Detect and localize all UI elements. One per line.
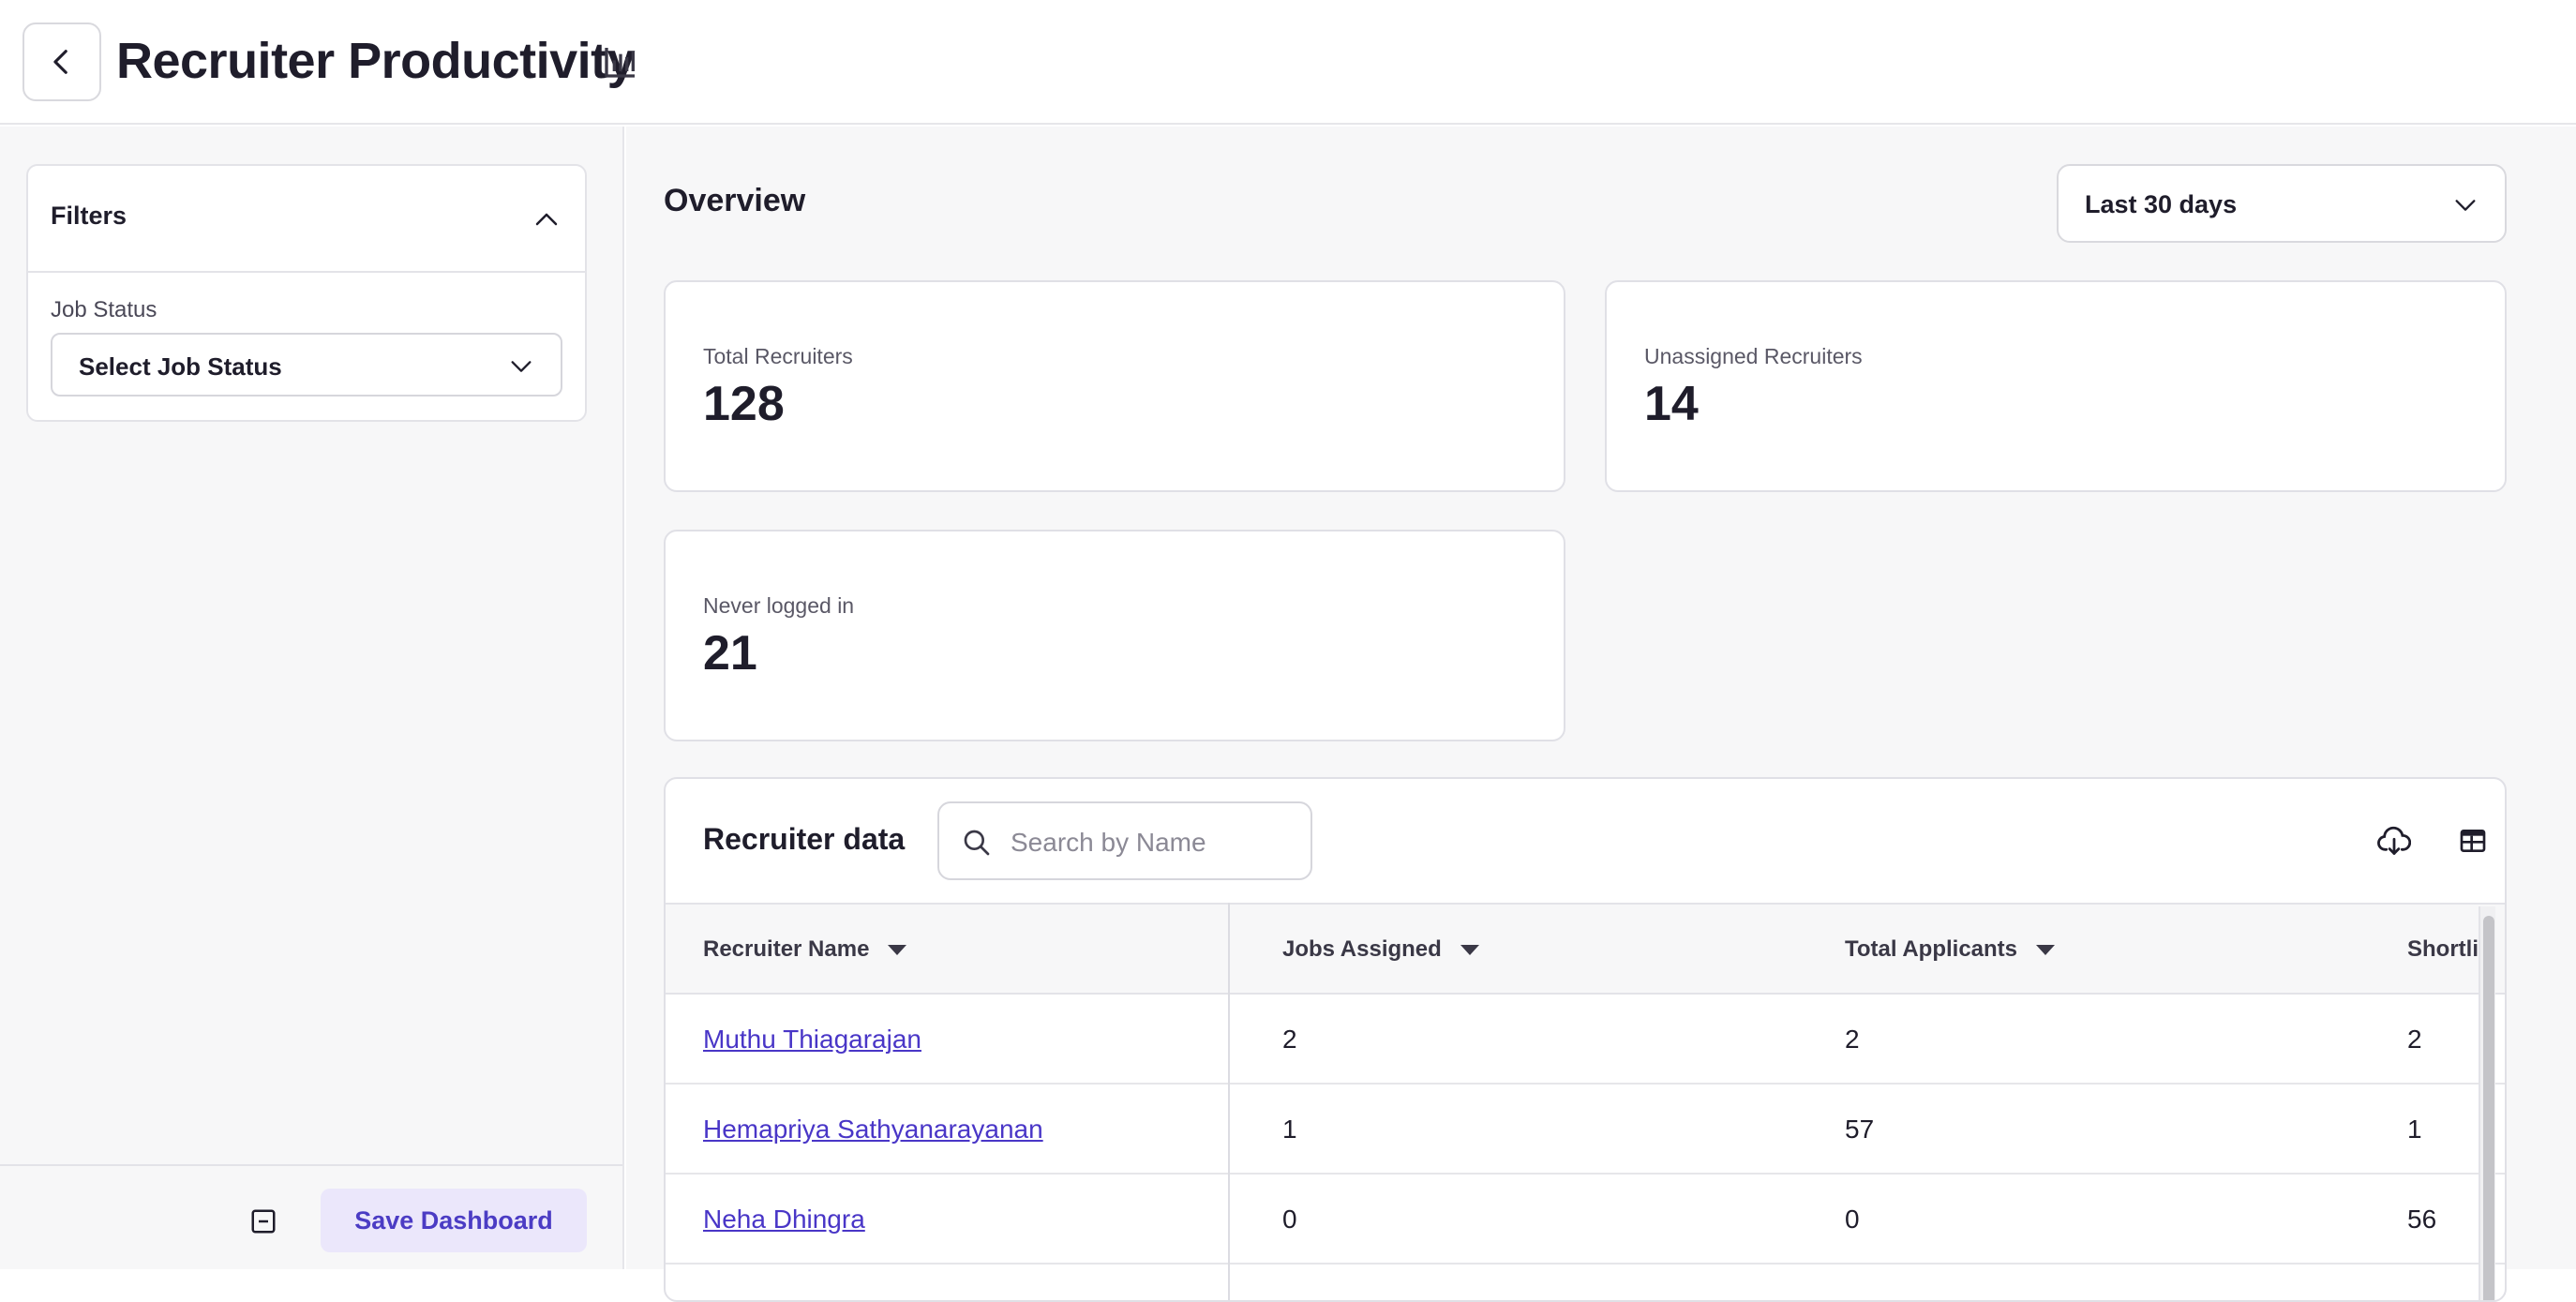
jobs-assigned-cell: 0 [1282, 1205, 1297, 1234]
date-range-select[interactable]: Last 30 days [2057, 164, 2507, 243]
date-range-value: Last 30 days [2085, 190, 2238, 218]
column-header-label: Total Applicants [1845, 936, 2018, 962]
stat-value: 128 [703, 377, 785, 431]
search-icon [964, 830, 990, 856]
filters-title: Filters [51, 202, 127, 230]
table-columns-icon[interactable] [2458, 826, 2488, 856]
filters-header[interactable]: Filters [28, 166, 585, 273]
job-status-label: Job Status [51, 297, 157, 322]
job-status-select[interactable]: Select Job Status [51, 333, 562, 397]
recruiter-name-link[interactable]: Neha Dhingra [703, 1205, 865, 1235]
chevron-down-icon [511, 361, 532, 372]
shortlisted-cell: 56 [2407, 1205, 2437, 1234]
main-content: Overview Last 30 days Total Recruiters 1… [626, 127, 2576, 1302]
recruiter-name-link[interactable]: Muthu Thiagarajan [703, 1025, 921, 1055]
table-scrollbar[interactable] [2479, 906, 2495, 1300]
column-header-jobs-assigned[interactable]: Jobs Assigned [1282, 936, 1479, 963]
column-header-recruiter-name[interactable]: Recruiter Name [703, 936, 907, 963]
chevron-down-icon [2455, 200, 2476, 211]
column-divider[interactable] [1228, 903, 1230, 1300]
job-status-value: Select Job Status [79, 352, 282, 381]
total-applicants-cell: 2 [1845, 1025, 1860, 1054]
column-header-shortlisted[interactable]: Shortlisted [2407, 936, 2479, 963]
stat-label: Total Recruiters [703, 344, 853, 368]
stat-card-unassigned-recruiters: Unassigned Recruiters 14 [1605, 280, 2507, 492]
save-dashboard-button[interactable]: Save Dashboard [321, 1189, 587, 1252]
filters-sidebar: Filters Job Status Select Job Status Sav… [0, 127, 624, 1269]
page-header: Recruiter Productivity [0, 0, 2576, 125]
sort-down-icon[interactable] [888, 944, 907, 955]
column-header-label: Jobs Assigned [1282, 936, 1442, 962]
page-title: Recruiter Productivity [116, 33, 636, 89]
column-header-total-applicants[interactable]: Total Applicants [1845, 936, 2056, 963]
collapse-icon[interactable] [249, 1207, 277, 1235]
stat-card-total-recruiters: Total Recruiters 128 [664, 280, 1565, 492]
table-row: Hemapriya Sathyanarayanan 1 57 1 [666, 1085, 2505, 1175]
bar-chart-icon[interactable] [602, 43, 639, 81]
column-header-label: Recruiter Name [703, 936, 870, 962]
stat-label: Never logged in [703, 593, 855, 618]
shortlisted-cell: 2 [2407, 1025, 2422, 1054]
column-header-label: Shortlisted [2407, 936, 2479, 962]
table-row: Muthu Thiagarajan 2 2 2 [666, 995, 2505, 1085]
overview-title: Overview [664, 183, 806, 218]
sort-down-icon[interactable] [2036, 944, 2056, 955]
stat-value: 14 [1644, 377, 1699, 431]
table-row: Neha Dhingra 0 0 56 [666, 1175, 2505, 1265]
back-button[interactable] [22, 22, 101, 101]
recruiter-data-table: Recruiter data Recruiter Name [664, 777, 2507, 1302]
search-box[interactable] [937, 801, 1312, 880]
sort-down-icon[interactable] [1460, 944, 1479, 955]
total-applicants-cell: 57 [1845, 1115, 1875, 1144]
scrollbar-thumb[interactable] [2483, 916, 2494, 1300]
stat-label: Unassigned Recruiters [1644, 344, 1863, 368]
sidebar-footer: Save Dashboard [0, 1164, 622, 1269]
cloud-download-icon[interactable] [2377, 826, 2411, 858]
table-header: Recruiter Name Jobs Assigned Total Appli… [666, 903, 2505, 995]
total-applicants-cell: 0 [1845, 1205, 1860, 1234]
search-input[interactable] [1011, 822, 1292, 863]
chevron-up-icon[interactable] [532, 205, 561, 233]
table-title: Recruiter data [703, 822, 906, 856]
stat-value: 21 [703, 626, 757, 681]
chevron-left-icon [53, 50, 67, 74]
jobs-assigned-cell: 2 [1282, 1025, 1297, 1054]
recruiter-name-link[interactable]: Hemapriya Sathyanarayanan [703, 1115, 1043, 1145]
shortlisted-cell: 1 [2407, 1115, 2422, 1144]
stat-card-never-logged-in: Never logged in 21 [664, 530, 1565, 741]
filters-panel: Filters Job Status Select Job Status [26, 164, 587, 422]
jobs-assigned-cell: 1 [1282, 1115, 1297, 1144]
